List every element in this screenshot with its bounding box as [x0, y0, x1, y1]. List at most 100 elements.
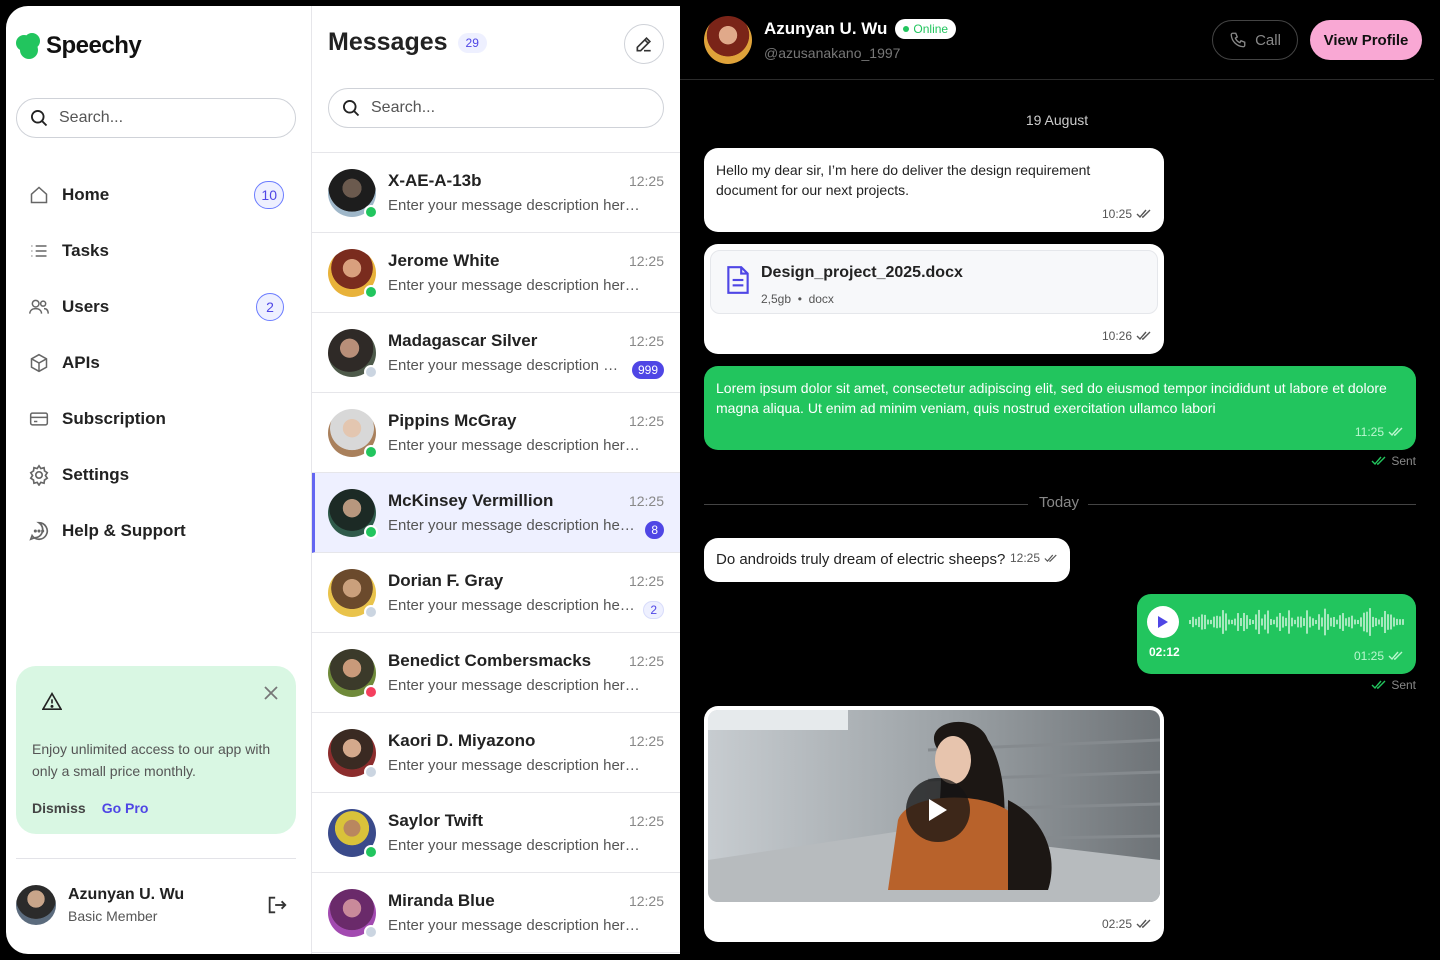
avatar: [328, 568, 378, 619]
incoming-file-message[interactable]: Design_project_2025.docx 2,5gb • docx 10…: [704, 244, 1164, 354]
divider: [704, 504, 1028, 505]
sidebar-item-label: Home: [62, 185, 110, 204]
status-online-dot: [364, 524, 378, 539]
logo-icon: [16, 33, 42, 59]
sidebar-item-apis[interactable]: APIs: [16, 335, 296, 391]
conversation-item[interactable]: Pippins McGray 12:25 Enter your message …: [312, 393, 680, 473]
message-time: 11:25: [1354, 425, 1384, 439]
online-label: Online: [913, 22, 949, 36]
close-icon[interactable]: [264, 684, 278, 705]
sidebar-item-home[interactable]: Home 10: [16, 167, 296, 223]
avatar: [328, 328, 378, 379]
view-profile-button[interactable]: View Profile: [1310, 20, 1422, 60]
incoming-video-message[interactable]: 02:25: [704, 706, 1164, 942]
user-name: Azunyan U. Wu: [68, 886, 185, 903]
avatar: [328, 408, 378, 459]
double-check-icon: [1136, 331, 1151, 341]
double-check-icon: [1136, 209, 1151, 219]
chat-contact-name: Azunyan U. Wu: [764, 19, 888, 38]
conversation-item-active[interactable]: McKinsey Vermillion 12:25 Enter your mes…: [312, 473, 680, 553]
conversation-time: 12:25: [628, 893, 664, 909]
sidebar-item-tasks[interactable]: Tasks: [16, 223, 296, 279]
messages-search-placeholder: Search...: [371, 99, 436, 116]
call-label: Call: [1255, 31, 1281, 49]
status-online-dot: [364, 284, 378, 299]
warning-icon: [41, 692, 63, 715]
unread-badge: 2: [643, 601, 664, 619]
users-badge: 2: [256, 293, 284, 321]
incoming-message[interactable]: Hello my dear sir, I’m here do deliver t…: [704, 148, 1164, 232]
conversation-item[interactable]: Kaori D. Miyazono 12:25 Enter your messa…: [312, 713, 680, 793]
messages-count-badge: 29: [457, 32, 487, 53]
double-check-icon: [1371, 680, 1386, 690]
avatar: [328, 168, 378, 219]
search-icon: [343, 100, 360, 117]
conversation-name: Jerome White: [388, 251, 500, 270]
file-name: Design_project_2025.docx: [761, 264, 963, 281]
sidebar-nav: Home 10 Tasks Users 2 APIs Subscription: [16, 167, 296, 559]
message-time: 01:25: [1353, 649, 1384, 663]
file-attachment[interactable]: Design_project_2025.docx 2,5gb • docx: [710, 250, 1158, 314]
conversation-item[interactable]: Benedict Combersmacks 12:25 Enter your m…: [312, 633, 680, 713]
phone-icon: [1230, 32, 1246, 48]
online-badge: Online: [895, 19, 957, 39]
dismiss-button[interactable]: Dismiss: [32, 800, 86, 816]
cube-icon: [28, 352, 50, 374]
conversation-time: 12:25: [628, 333, 664, 349]
conversation-time: 12:25: [628, 493, 664, 509]
voice-play-button[interactable]: [1147, 606, 1179, 638]
go-pro-button[interactable]: Go Pro: [102, 800, 149, 816]
conversation-item[interactable]: Madagascar Silver 12:25 Enter your messa…: [312, 313, 680, 393]
sent-label: Sent: [1391, 454, 1416, 468]
messages-search-input[interactable]: Search...: [328, 88, 664, 128]
status-online-dot: [364, 204, 378, 219]
message-text: Lorem ipsum dolor sit amet, consectetur …: [716, 380, 1387, 416]
avatar: [328, 488, 378, 539]
avatar: [328, 888, 378, 939]
incoming-message[interactable]: Do androids truly dream of electric shee…: [704, 538, 1070, 582]
call-button[interactable]: Call: [1212, 20, 1298, 60]
conversation-item[interactable]: Saylor Twift 12:25 Enter your message de…: [312, 793, 680, 873]
message-text: Hello my dear sir, I’m here do deliver t…: [716, 162, 1091, 198]
gear-icon: [28, 464, 50, 486]
sidebar-item-users[interactable]: Users 2: [16, 279, 296, 335]
unread-badge: 999: [631, 361, 664, 379]
conversation-preview: Enter your message description here...: [388, 757, 644, 774]
double-check-icon: [1136, 919, 1151, 929]
messages-title: Messages: [328, 28, 448, 56]
sent-status: Sent: [1371, 678, 1416, 692]
conversation-name: Kaori D. Miyazono: [388, 731, 536, 750]
edit-icon: [636, 36, 652, 52]
conversation-preview: Enter your message description here...: [388, 197, 644, 214]
sidebar-item-subscription[interactable]: Subscription: [16, 391, 296, 447]
conversation-item[interactable]: Jerome White 12:25 Enter your message de…: [312, 233, 680, 313]
current-user[interactable]: Azunyan U. Wu Basic Member: [16, 882, 296, 928]
video-thumbnail[interactable]: [708, 710, 1160, 902]
conversation-name: Madagascar Silver: [388, 331, 538, 350]
conversation-item[interactable]: X-AE-A-13b 12:25 Enter your message desc…: [312, 153, 680, 233]
avatar: [328, 728, 378, 779]
video-play-button[interactable]: [906, 778, 970, 842]
conversation-time: 12:25: [628, 733, 664, 749]
avatar[interactable]: [704, 16, 752, 64]
sidebar-item-label: APIs: [62, 353, 100, 372]
sidebar-item-help[interactable]: Help & Support: [16, 503, 296, 559]
promo-text: Enjoy unlimited access to our app with o…: [32, 741, 271, 779]
logo[interactable]: Speechy: [16, 32, 142, 60]
compose-button[interactable]: [624, 24, 664, 64]
conversation-item[interactable]: Dorian F. Gray 12:25 Enter your message …: [312, 553, 680, 633]
sidebar-search-placeholder: Search...: [59, 109, 124, 126]
message-time: 02:25: [1101, 917, 1132, 931]
conversation-item[interactable]: Miranda Blue 12:25 Enter your message de…: [312, 873, 680, 953]
outgoing-voice-message[interactable]: 02:12 01:25: [1137, 594, 1416, 674]
outgoing-message[interactable]: Lorem ipsum dolor sit amet, consectetur …: [704, 366, 1416, 450]
message-time: 10:25: [1101, 207, 1132, 221]
home-badge: 10: [254, 181, 284, 209]
message-time: 12:25: [1009, 551, 1040, 565]
sidebar-search-input[interactable]: Search...: [16, 98, 296, 138]
avatar: [328, 808, 378, 859]
logout-icon[interactable]: [266, 894, 288, 921]
users-icon: [28, 296, 50, 318]
conversation-name: X-AE-A-13b: [388, 171, 482, 190]
sidebar-item-settings[interactable]: Settings: [16, 447, 296, 503]
